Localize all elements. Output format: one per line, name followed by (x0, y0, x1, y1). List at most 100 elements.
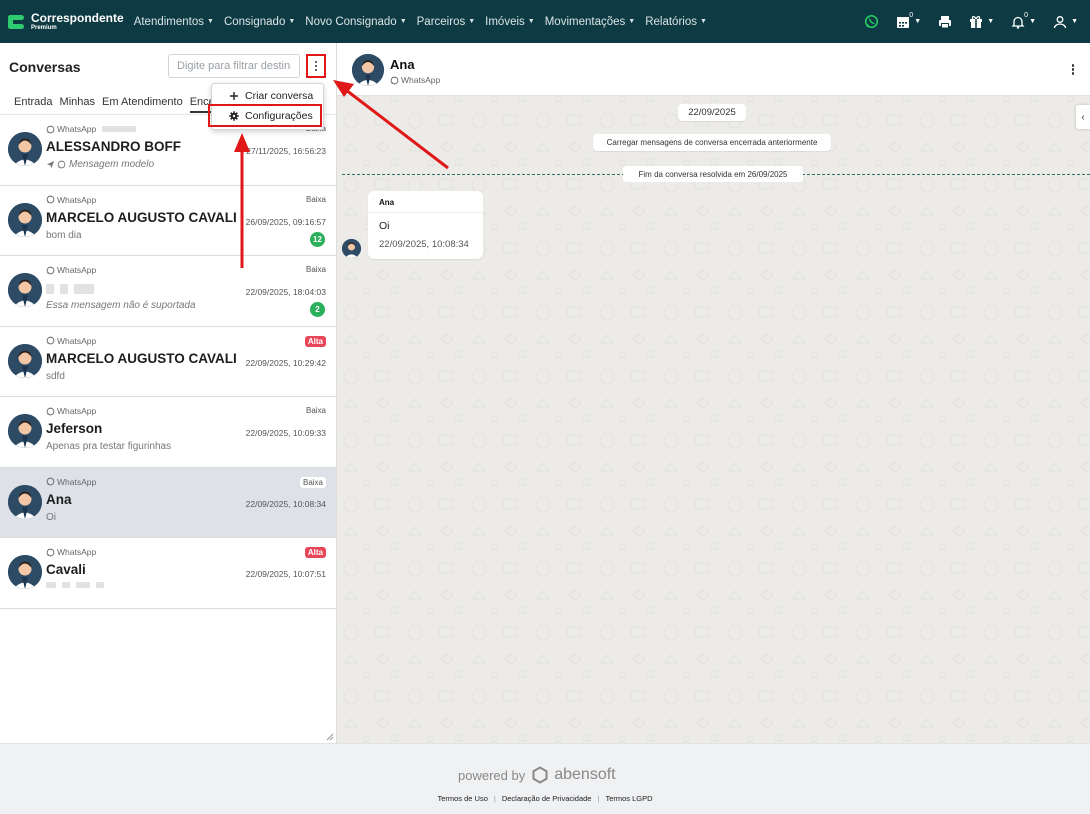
conversation-item[interactable]: WhatsApp Cavali Alta 22/09/2025, 10:07:5… (0, 538, 336, 609)
timestamp: 27/11/2025, 16:56:23 (246, 146, 326, 156)
redacted (76, 582, 90, 588)
redacted (62, 582, 70, 588)
caret-down-icon: ▼ (527, 18, 535, 25)
timestamp: 22/09/2025, 18:04:03 (245, 287, 326, 297)
conversation-item[interactable]: WhatsApp Jeferson Apenas pra testar figu… (0, 397, 336, 468)
whatsapp-icon (46, 407, 55, 415)
message-time: 22/09/2025, 10:08:34 (379, 239, 469, 250)
priority-badge: Baixa (305, 406, 326, 415)
conversation-item[interactable]: WhatsApp MARCELO AUGUSTO CAVALI bom dia … (0, 185, 336, 256)
printer-icon[interactable] (938, 15, 952, 29)
chat-panel: Ana WhatsApp ‹ 22/09/2025 Carregar mensa… (337, 43, 1090, 743)
plus-icon (227, 91, 241, 101)
tab-entrada[interactable]: Entrada (14, 96, 53, 113)
footer-links: Termos de Uso | Declaração de Privacidad… (0, 794, 1090, 803)
calendar-badge: 0 (909, 11, 914, 19)
timestamp: 26/09/2025, 09:16:57 (245, 216, 326, 227)
bell-icon[interactable]: 0 ▼ (1011, 12, 1037, 29)
priority-badge: Alta (304, 335, 326, 347)
menu-movimentacoes[interactable]: Movimentações ▼ (545, 16, 635, 28)
lgpd-terms-link[interactable]: Termos LGPD (599, 794, 658, 803)
powered-by: powered by abensoft (458, 766, 616, 784)
avatar (8, 343, 42, 378)
footer: powered by abensoft Termos de Uso | Decl… (0, 743, 1090, 814)
source-label: WhatsApp (46, 547, 96, 557)
source-label: WhatsApp (46, 195, 96, 205)
message-text: Oi (379, 220, 390, 232)
contact-name: Jeferson (46, 421, 103, 436)
whatsapp-icon (390, 76, 399, 84)
whatsapp-icon (46, 548, 55, 556)
conversations-options-menu: Criar conversa Configurações (211, 83, 324, 130)
contact-name: Ana (46, 491, 72, 507)
avatar (8, 414, 42, 448)
chevron-left-icon[interactable]: ‹ (1076, 105, 1090, 129)
conversations-panel: Conversas Entrada Minhas Em Atendimento … (0, 43, 337, 743)
source-label: WhatsApp (46, 336, 96, 346)
last-message (46, 582, 104, 588)
contact-name: MARCELO AUGUSTO CAVALI (46, 209, 237, 225)
caret-down-icon: ▼ (399, 18, 407, 25)
menu-parceiros[interactable]: Parceiros ▼ (417, 16, 476, 28)
menu-consignado[interactable]: Consignado ▼ (224, 16, 295, 28)
avatar (8, 132, 42, 166)
menu-relatorios[interactable]: Relatórios ▼ (645, 16, 707, 28)
avatar (342, 239, 361, 258)
redacted (74, 284, 94, 294)
filter-recipient-input[interactable] (168, 54, 300, 78)
gear-icon (227, 111, 241, 121)
whatsapp-icon[interactable] (864, 14, 879, 29)
redacted (102, 126, 137, 132)
source-label: WhatsApp (46, 265, 96, 275)
last-message: Oi (46, 511, 56, 523)
avatar (8, 484, 42, 519)
priority-badge: Baixa (299, 476, 326, 488)
unread-count-badge: 12 (310, 231, 325, 247)
whatsapp-icon (46, 125, 55, 133)
tab-minhas[interactable]: Minhas (60, 96, 95, 113)
date-separator: 22/09/2025 (678, 104, 746, 121)
last-message: bom dia (46, 229, 82, 241)
timestamp: 22/09/2025, 10:29:42 (245, 357, 326, 368)
menu-atendimentos[interactable]: Atendimentos ▼ (134, 16, 214, 28)
conversation-item-selected[interactable]: WhatsApp Ana Oi Baixa 22/09/2025, 10:08:… (0, 467, 336, 538)
settings-menu-item[interactable]: Configurações (212, 106, 323, 126)
brand-name: Correspondente (31, 11, 124, 25)
terms-of-use-link[interactable]: Termos de Uso (431, 794, 493, 803)
conversations-options-button[interactable] (306, 54, 326, 78)
user-icon[interactable]: ▼ (1053, 15, 1078, 29)
menu-imoveis[interactable]: Imóveis ▼ (485, 16, 535, 28)
caret-down-icon: ▼ (628, 18, 636, 25)
gift-icon[interactable]: ▼ (969, 15, 994, 29)
calendar-icon[interactable]: 0 ▼ (896, 11, 922, 29)
avatar (352, 54, 384, 86)
conversation-item[interactable]: WhatsApp MARCELO AUGUSTO CAVALI sdfd Alt… (0, 326, 336, 397)
menu-novo-consignado[interactable]: Novo Consignado ▼ (305, 16, 406, 28)
conversation-item[interactable]: WhatsApp Essa mensagem não é suportada B… (0, 256, 336, 327)
create-conversation-menu-item[interactable]: Criar conversa (212, 86, 323, 106)
message-sender: Ana (379, 198, 395, 207)
whatsapp-icon (46, 266, 55, 274)
chat-options-button[interactable] (1071, 64, 1074, 75)
top-navbar: Correspondente Premium Atendimentos ▼ Con… (0, 0, 1090, 43)
caret-down-icon: ▼ (468, 18, 476, 25)
avatar (8, 202, 42, 237)
caret-down-icon: ▼ (699, 18, 707, 25)
brand[interactable]: Correspondente Premium (4, 10, 124, 34)
chat-header: Ana WhatsApp (337, 43, 1090, 96)
caret-down-icon: ▼ (914, 18, 922, 25)
chat-contact-name: Ana (390, 57, 415, 72)
contact-name: Cavali (46, 562, 86, 577)
caret-down-icon: ▼ (1029, 18, 1037, 25)
last-message: Mensagem modelo (46, 159, 154, 170)
tab-em-atendimento[interactable]: Em Atendimento (102, 96, 183, 113)
source-label: WhatsApp (46, 124, 137, 134)
load-previous-messages-button[interactable]: Carregar mensagens de conversa encerrada… (593, 134, 831, 151)
company-name: abensoft (554, 766, 616, 783)
whatsapp-icon (57, 160, 66, 169)
avatar (8, 555, 42, 589)
resize-handle-icon[interactable] (326, 733, 334, 741)
caret-down-icon: ▼ (1071, 18, 1078, 25)
brand-subtitle: Premium (31, 25, 57, 31)
privacy-policy-link[interactable]: Declaração de Privacidade (496, 794, 598, 803)
